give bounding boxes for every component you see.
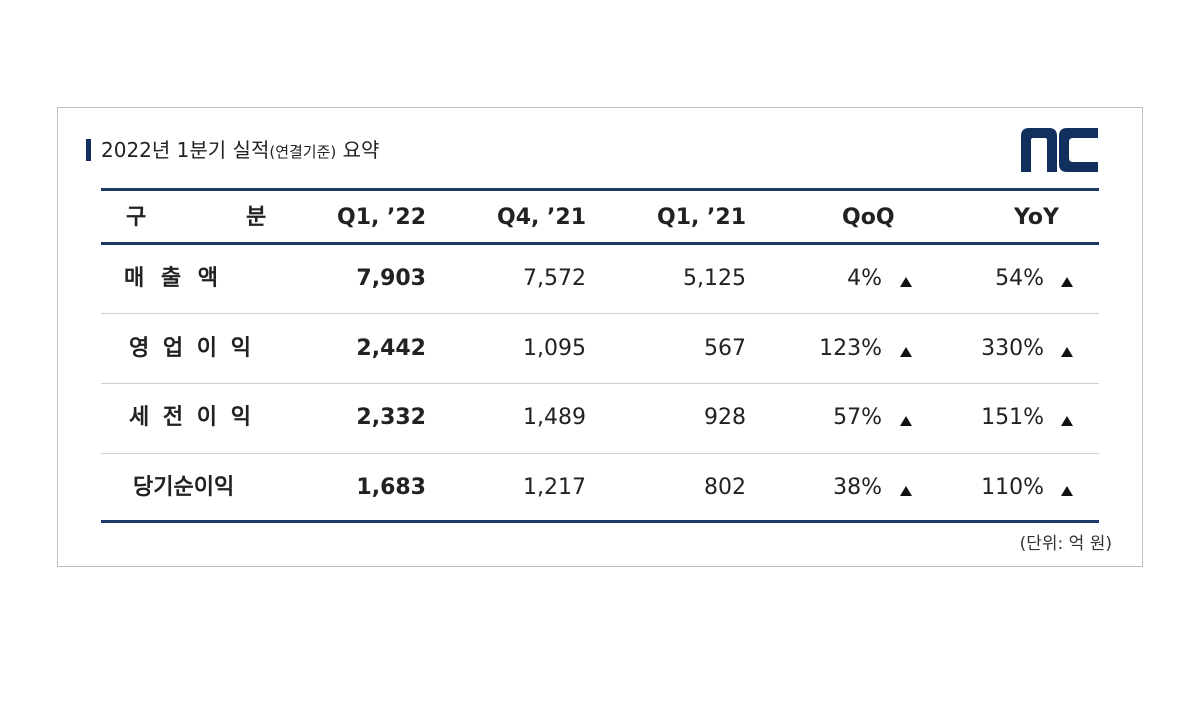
value-q1-22: 2,442 <box>356 336 426 361</box>
table-header-rule <box>101 242 1099 245</box>
header-label-left: 구 <box>126 205 147 230</box>
page-title: 2022년 1분기 실적(연결기준) 요약 <box>101 137 379 165</box>
row-divider <box>101 383 1099 384</box>
table-top-rule <box>101 188 1099 191</box>
value-q4-21: 7,572 <box>523 266 586 291</box>
triangle-up-icon <box>900 416 912 426</box>
value-q1-21: 5,125 <box>683 266 746 291</box>
value-q1-21: 802 <box>704 475 746 500</box>
title-sub: (연결기준) <box>269 143 337 161</box>
header-yoy: YoY <box>1014 205 1059 230</box>
header-label-right: 분 <box>246 205 267 230</box>
row-divider <box>101 313 1099 314</box>
row-label: 매 출 액 <box>124 266 219 291</box>
value-q4-21: 1,217 <box>523 475 586 500</box>
value-q1-21: 928 <box>704 405 746 430</box>
row-label: 세 전 이 익 <box>129 405 254 430</box>
triangle-up-icon <box>1061 486 1073 496</box>
nc-logo-icon <box>1021 128 1098 172</box>
triangle-up-icon <box>900 486 912 496</box>
triangle-up-icon <box>1061 347 1073 357</box>
value-q1-22: 2,332 <box>356 405 426 430</box>
value-q4-21: 1,489 <box>523 405 586 430</box>
value-yoy: 54% <box>995 266 1044 291</box>
header-q1-22: Q1, ’22 <box>337 205 426 230</box>
value-q1-22: 1,683 <box>356 475 426 500</box>
value-q1-21: 567 <box>704 336 746 361</box>
title-suffix: 요약 <box>336 138 380 162</box>
header-q1-21: Q1, ’21 <box>657 205 746 230</box>
triangle-up-icon <box>900 347 912 357</box>
value-qoq: 38% <box>833 475 882 500</box>
value-yoy: 110% <box>981 475 1044 500</box>
triangle-up-icon <box>1061 416 1073 426</box>
value-qoq: 57% <box>833 405 882 430</box>
row-label: 당기순이익 <box>133 475 235 500</box>
value-q1-22: 7,903 <box>356 266 426 291</box>
value-yoy: 151% <box>981 405 1044 430</box>
table-bottom-rule <box>101 520 1099 523</box>
title-main: 2022년 1분기 실적 <box>101 138 270 162</box>
header-q4-21: Q4, ’21 <box>497 205 586 230</box>
row-label: 영 업 이 익 <box>129 336 254 361</box>
unit-note: (단위: 억 원) <box>1019 534 1112 554</box>
triangle-up-icon <box>1061 277 1073 287</box>
triangle-up-icon <box>900 277 912 287</box>
row-divider <box>101 453 1099 454</box>
value-qoq: 4% <box>847 266 882 291</box>
header-qoq: QoQ <box>842 205 895 230</box>
value-qoq: 123% <box>819 336 882 361</box>
value-q4-21: 1,095 <box>523 336 586 361</box>
value-yoy: 330% <box>981 336 1044 361</box>
title-accent-bar <box>86 139 91 161</box>
